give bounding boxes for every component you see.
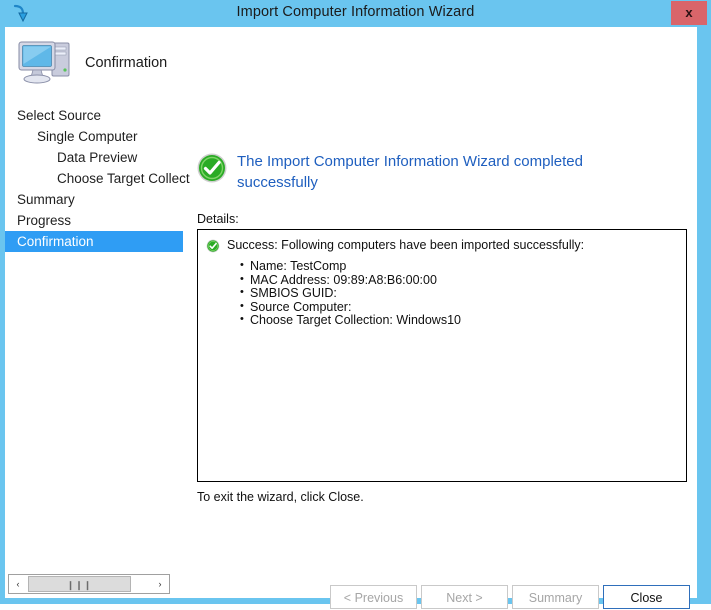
success-message: Success: Following computers have been i…	[227, 238, 585, 252]
nav-item-select-source[interactable]: Select Source	[5, 105, 183, 126]
summary-button[interactable]: Summary	[512, 585, 599, 609]
title-bar: Import Computer Information Wizard x	[0, 0, 711, 27]
nav-item-confirmation[interactable]: Confirmation	[5, 231, 183, 252]
nav-item-progress[interactable]: Progress	[5, 210, 183, 231]
window-title: Import Computer Information Wizard	[236, 4, 475, 20]
success-row: Success: Following computers have been i…	[206, 238, 676, 256]
scroll-left-icon[interactable]: ‹	[9, 575, 27, 593]
content-panel: The Import Computer Information Wizard c…	[191, 105, 691, 565]
list-item: Name: TestComp	[240, 259, 461, 274]
list-item: SMBIOS GUID:	[240, 286, 461, 301]
details-label: Details:	[197, 212, 239, 226]
page-title: Confirmation	[85, 55, 168, 71]
exit-instruction: To exit the wizard, click Close.	[197, 490, 364, 504]
green-check-circle-icon	[206, 239, 220, 253]
list-item: Choose Target Collection: Windows10	[240, 313, 461, 328]
next-button[interactable]: Next >	[421, 585, 508, 609]
wizard-navigation: Select Source Single Computer Data Previ…	[5, 105, 190, 565]
nav-item-data-preview[interactable]: Data Preview	[5, 147, 183, 168]
close-button[interactable]: Close	[603, 585, 690, 609]
scrollbar-grip-icon: ❙❙❙	[66, 580, 93, 590]
wizard-window: Import Computer Information Wizard x Con…	[0, 0, 711, 609]
green-check-circle-icon	[196, 152, 228, 184]
computer-icon	[15, 36, 77, 88]
close-icon[interactable]: x	[671, 1, 707, 25]
scroll-right-icon[interactable]: ›	[151, 575, 169, 593]
detail-list: Name: TestComp MAC Address: 09:89:A8:B6:…	[228, 259, 461, 328]
list-item: Source Computer:	[240, 300, 461, 315]
scrollbar-thumb[interactable]: ❙❙❙	[28, 576, 131, 592]
nav-item-single-computer[interactable]: Single Computer	[5, 126, 183, 147]
nav-item-choose-target-collect[interactable]: Choose Target Collect	[5, 168, 190, 189]
horizontal-scrollbar[interactable]: ‹ ❙❙❙ ›	[8, 574, 170, 594]
result-heading: The Import Computer Information Wizard c…	[237, 153, 583, 191]
client-area: Confirmation Select Source Single Comput…	[5, 27, 697, 609]
nav-item-summary[interactable]: Summary	[5, 189, 183, 210]
list-item: MAC Address: 09:89:A8:B6:00:00	[240, 273, 461, 288]
previous-button[interactable]: < Previous	[330, 585, 417, 609]
details-box: Success: Following computers have been i…	[197, 229, 687, 482]
wizard-header: Confirmation	[5, 27, 697, 102]
